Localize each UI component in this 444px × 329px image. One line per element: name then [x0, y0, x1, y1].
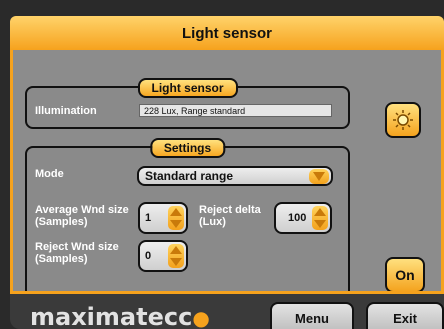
settings-group: Settings Mode Standard range Average Wnd… — [25, 138, 350, 299]
average-wnd-label-line2: (Samples) — [35, 216, 88, 228]
decrement-icon[interactable] — [170, 258, 182, 266]
mode-label: Mode — [35, 168, 64, 180]
reject-delta-label: Reject delta (Lux) — [199, 204, 261, 228]
increment-icon[interactable] — [170, 246, 182, 254]
menu-button[interactable]: Menu — [270, 302, 354, 329]
stepper-arrows-icon[interactable] — [312, 206, 328, 230]
illumination-label: Illumination — [35, 105, 97, 117]
increment-icon[interactable] — [170, 208, 182, 216]
chevron-down-icon[interactable] — [309, 169, 329, 184]
decrement-icon[interactable] — [170, 220, 182, 228]
logo-dot-icon: ● — [192, 306, 210, 329]
increment-icon[interactable] — [314, 208, 326, 216]
light-sensor-button[interactable] — [385, 102, 421, 138]
reject-delta-stepper[interactable]: 100 — [274, 202, 332, 234]
reject-delta-value: 100 — [288, 212, 307, 224]
reject-wnd-label-line1: Reject Wnd size — [35, 241, 119, 253]
window-title: Light sensor — [10, 16, 444, 50]
main-panel: Light sensor Illumination 228 Lux, Range… — [10, 50, 444, 308]
reject-wnd-label: Reject Wnd size (Samples) — [35, 241, 119, 265]
average-wnd-value: 1 — [145, 212, 152, 224]
average-wnd-label: Average Wnd size (Samples) — [35, 204, 129, 228]
average-wnd-label-line1: Average Wnd size — [35, 204, 129, 216]
settings-group-title: Settings — [149, 138, 226, 158]
reject-delta-label-line2: (Lux) — [199, 216, 226, 228]
light-bulb-icon — [393, 110, 413, 130]
reject-delta-label-line1: Reject delta — [199, 204, 261, 216]
reject-wnd-label-line2: (Samples) — [35, 253, 88, 265]
exit-button[interactable]: Exit — [366, 302, 444, 329]
mode-select[interactable]: Standard range — [137, 166, 333, 186]
footer-bar: maximatecc● Menu Exit — [10, 291, 444, 329]
mode-select-value: Standard range — [145, 169, 234, 183]
app-screen: Light sensor Light sensor Illumination 2… — [10, 16, 444, 329]
reject-wnd-stepper[interactable]: 0 — [138, 240, 188, 272]
light-sensor-group-title: Light sensor — [137, 78, 238, 98]
brand-logo-text: maximatecc — [30, 303, 193, 329]
light-sensor-group: Light sensor Illumination 228 Lux, Range… — [25, 78, 350, 129]
average-wnd-stepper[interactable]: 1 — [138, 202, 188, 234]
on-button[interactable]: On — [385, 257, 425, 293]
decrement-icon[interactable] — [314, 220, 326, 228]
brand-logo: maximatecc● — [30, 303, 210, 329]
reject-wnd-value: 0 — [145, 250, 152, 262]
stepper-arrows-icon[interactable] — [168, 206, 184, 230]
illumination-value: 228 Lux, Range standard — [139, 104, 332, 117]
stepper-arrows-icon[interactable] — [168, 244, 184, 268]
